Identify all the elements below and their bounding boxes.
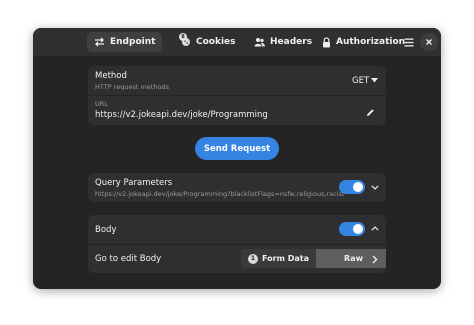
cookie-icon: 8 bbox=[179, 33, 191, 47]
url-row[interactable]: URL https://v2.jokeapi.dev/joke/Programm… bbox=[88, 96, 386, 125]
users-icon bbox=[254, 38, 265, 47]
tab-authorization-label: Authorization bbox=[336, 37, 406, 47]
body-title: Body bbox=[95, 225, 117, 235]
close-icon bbox=[426, 39, 432, 45]
body-edit-row[interactable]: Go to edit Body 1 Form Data Raw bbox=[88, 245, 386, 273]
query-parameters-toggle[interactable] bbox=[339, 180, 365, 194]
raw-label: Raw bbox=[344, 254, 363, 263]
method-value[interactable]: GET bbox=[352, 76, 369, 86]
chevron-right-icon[interactable] bbox=[372, 255, 378, 264]
tab-headers[interactable]: Headers bbox=[247, 32, 319, 52]
tab-endpoint-label: Endpoint bbox=[110, 37, 156, 47]
pencil-icon[interactable] bbox=[366, 108, 375, 117]
method-title: Method bbox=[95, 71, 127, 81]
form-data-count-badge: 1 bbox=[248, 253, 259, 264]
method-row[interactable]: Method HTTP request methods GET bbox=[88, 66, 386, 95]
url-value[interactable]: https://v2.jokeapi.dev/joke/Programming bbox=[95, 110, 268, 120]
query-parameters-row[interactable]: Query Parameters https://v2.jokeapi.dev/… bbox=[88, 173, 386, 202]
send-request-button[interactable]: Send Request bbox=[195, 137, 279, 160]
body-toggle[interactable] bbox=[339, 222, 365, 236]
chevron-up-icon[interactable] bbox=[371, 226, 379, 231]
body-row[interactable]: Body bbox=[88, 215, 386, 244]
cookies-count-badge: 8 bbox=[179, 33, 187, 41]
dropdown-arrow-icon[interactable] bbox=[371, 78, 378, 83]
tab-cookies[interactable]: 8 Cookies bbox=[174, 32, 243, 52]
tab-cookies-label: Cookies bbox=[196, 37, 236, 47]
query-parameters-card: Query Parameters https://v2.jokeapi.dev/… bbox=[88, 173, 386, 202]
body-type-switcher: 1 Form Data Raw bbox=[241, 249, 386, 268]
hamburger-menu-icon bbox=[404, 38, 414, 46]
tab-authorization[interactable]: Authorization bbox=[315, 32, 412, 52]
body-card: Body Go to edit Body 1 Form Data Raw bbox=[88, 215, 386, 273]
url-label: URL bbox=[95, 100, 108, 108]
swap-arrows-icon bbox=[95, 37, 104, 47]
chevron-down-icon[interactable] bbox=[371, 185, 379, 190]
main-menu-button[interactable] bbox=[400, 33, 418, 51]
query-parameters-subtitle: https://v2.jokeapi.dev/joke/Programming?… bbox=[95, 190, 345, 198]
lock-icon bbox=[323, 36, 330, 47]
edit-body-label: Go to edit Body bbox=[95, 254, 162, 264]
close-button[interactable] bbox=[420, 33, 438, 51]
header-bar: Endpoint 8 Cookies Headers Authorization bbox=[33, 28, 441, 56]
endpoint-card: Method HTTP request methods GET URL http… bbox=[88, 66, 386, 125]
query-parameters-title: Query Parameters bbox=[95, 178, 173, 188]
form-data-label: Form Data bbox=[262, 254, 309, 263]
app-window: Endpoint 8 Cookies Headers Authorization… bbox=[33, 28, 441, 289]
tab-headers-label: Headers bbox=[270, 37, 313, 47]
form-data-option[interactable]: 1 Form Data bbox=[241, 249, 316, 268]
tab-endpoint[interactable]: Endpoint bbox=[87, 32, 163, 52]
method-subtitle: HTTP request methods bbox=[95, 83, 169, 91]
